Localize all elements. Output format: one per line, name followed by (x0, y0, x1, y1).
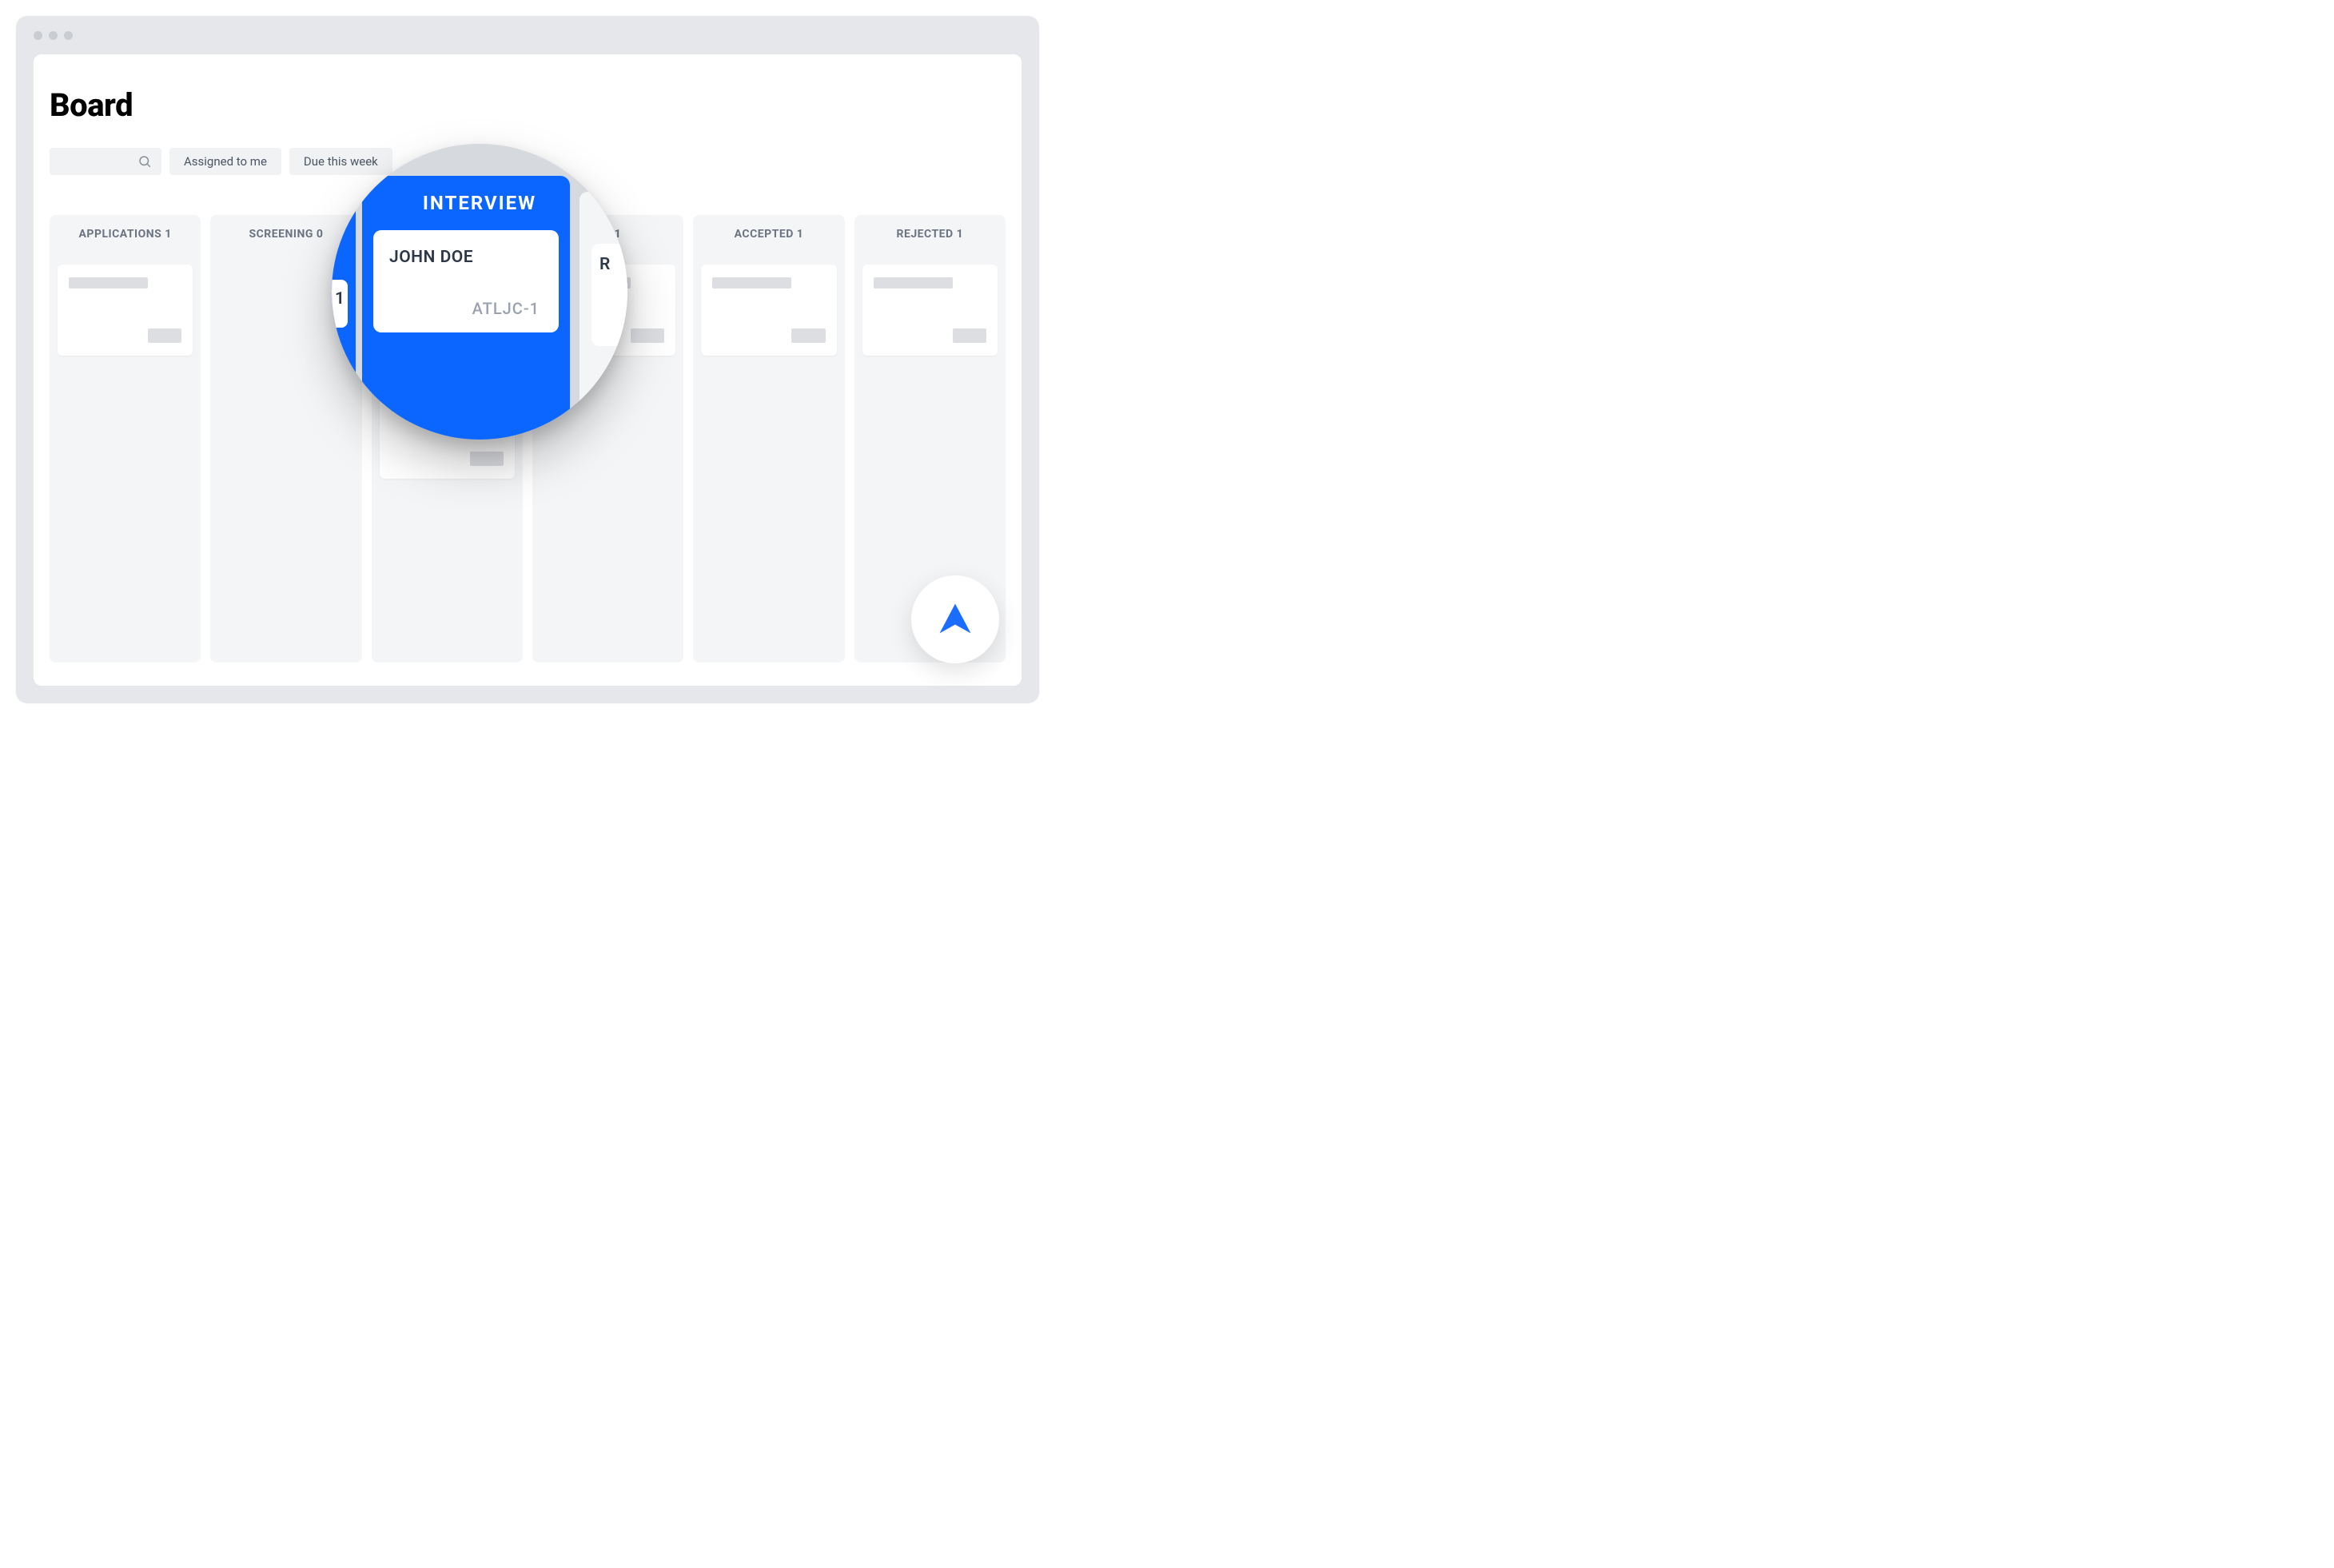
filter-assigned-to-me[interactable]: Assigned to me (169, 148, 281, 175)
card[interactable] (701, 265, 836, 356)
browser-chrome (16, 16, 1039, 54)
window-dot-minimize[interactable] (49, 31, 58, 40)
send-icon (934, 599, 976, 640)
card-title-placeholder (874, 277, 953, 289)
column-applications[interactable]: APPLICATIONS 1 (50, 215, 201, 663)
card[interactable] (862, 265, 998, 356)
card-id-placeholder (148, 328, 181, 343)
magnifier-card-name: JOHN DOE (389, 248, 543, 267)
magnifier-left-card-peek: 1 (332, 280, 348, 328)
send-button[interactable] (911, 575, 999, 663)
browser-window: Board Assigned to me Due this week APPLI… (16, 16, 1039, 703)
window-dot-close[interactable] (34, 31, 42, 40)
magnifier-card-id: ATLJC-1 (472, 299, 540, 318)
card-id-placeholder (953, 328, 986, 343)
card[interactable] (58, 265, 193, 356)
magnifier-overlay: 1 R INTERVIEW JOHN DOE ATLJC-1 (332, 144, 627, 440)
card-id-placeholder (791, 328, 825, 343)
card-title-placeholder (712, 277, 791, 289)
card-title-placeholder (69, 277, 148, 289)
window-dot-maximize[interactable] (64, 31, 73, 40)
column-accepted[interactable]: ACCEPTED 1 (693, 215, 844, 663)
column-header: REJECTED 1 (862, 228, 998, 241)
card-id-placeholder (631, 328, 664, 343)
column-header: ACCEPTED 1 (701, 228, 836, 241)
magnifier-card[interactable]: JOHN DOE ATLJC-1 (373, 230, 559, 332)
page-title: Board (34, 86, 1022, 124)
magnifier-right-card-peek: R (591, 244, 627, 346)
search-icon (137, 154, 152, 169)
search-input[interactable] (50, 148, 161, 175)
card-id-placeholder (470, 452, 504, 466)
column-header: APPLICATIONS 1 (58, 228, 193, 241)
magnifier-column-title: INTERVIEW (332, 192, 627, 214)
